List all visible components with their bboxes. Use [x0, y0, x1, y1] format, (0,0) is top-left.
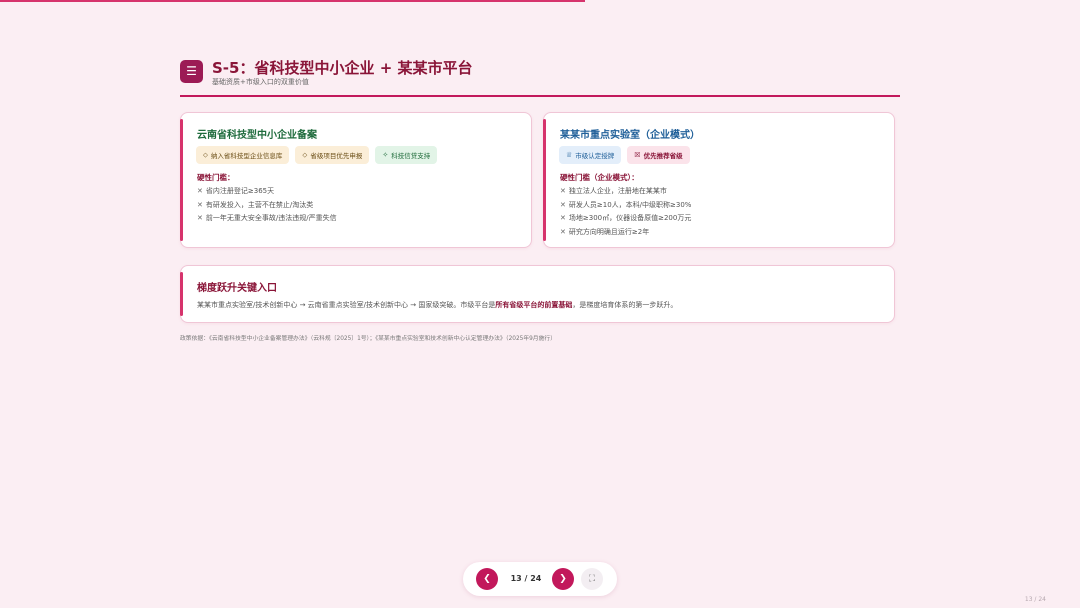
tag-icon: ⬦	[203, 150, 208, 159]
card-body-text: 某某市重点实验室/技术创新中心 → 云南省重点实验室/技术创新中心 → 国家级突…	[197, 301, 678, 309]
cross-icon: ✕	[560, 214, 566, 222]
list-item: ✕ 研究方向明确且运行≥2年	[560, 227, 650, 236]
requirements-list: ✕ 独立法人企业，注册地在某某市 ✕ 研发人员≥10人，本科/中级职称≥30% ✕ 场…	[560, 185, 691, 239]
slide-header: ☰ S-5：省科技型中小企业 + 某某市平台 基础资质+市级入口的双重价值	[180, 57, 900, 97]
prev-slide-button[interactable]: ❮	[476, 568, 498, 590]
tag-priority-apply: ⬦ 省级项目优先申报	[295, 146, 370, 164]
tag-icon: ⬦	[302, 150, 308, 159]
cross-icon: ✕	[197, 200, 203, 209]
fullscreen-button[interactable]: ⛶	[581, 568, 603, 590]
highlight-text: 所有省级平台的前置基础	[495, 301, 573, 309]
next-slide-button[interactable]: ❯	[552, 568, 574, 590]
tag-list: ⬦ 纳入省科技型企业信息库 ⬦ 省级项目优先申报 ✧ 科技信贷支持	[196, 146, 438, 164]
list-item: ✕ 有研发投入，主营不在禁止/淘汰类	[197, 200, 314, 209]
list-item: ✕ 省内注册登记≥365天	[197, 187, 275, 195]
slide-counter: 13 / 24	[510, 574, 542, 583]
list-item: ✕ 独立法人企业，注册地在某某市	[560, 187, 667, 195]
requirements-title: 硬性门槛（企业模式）：	[560, 173, 639, 182]
cross-icon: ✕	[197, 187, 203, 195]
card-title: 梯度跃升关键入口	[197, 283, 277, 294]
card-gradient-entry: 梯度跃升关键入口 某某市重点实验室/技术创新中心 → 云南省重点实验室/技术创新…	[180, 265, 895, 323]
card-title: 某某市重点实验室（企业模式）	[560, 130, 700, 141]
priority-icon: ☒	[634, 151, 641, 159]
list-item: ✕ 场地≥300㎡，仪器设备原值≥200万元	[560, 214, 692, 222]
page-subtitle: 基础资质+市级入口的双重价值	[212, 78, 309, 86]
list-item: ✕ 前一年无重大安全事故/违法违规/严重失信	[197, 214, 337, 222]
tag-list: ♕ 市级认定授牌 ☒ 优先推荐省级	[559, 146, 690, 164]
tag-credit-support: ✧ 科技信贷支持	[375, 146, 438, 164]
requirements-list: ✕ 省内注册登记≥365天 ✕ 有研发投入，主营不在禁止/淘汰类 ✕ 前一年无重大安全…	[197, 185, 337, 226]
slide-navigation: ❮ 13 / 24 ❯ ⛶	[463, 562, 617, 596]
progress-bar-fill	[0, 0, 586, 2]
progress-bar	[0, 0, 1080, 3]
requirements-title: 硬性门槛：	[197, 173, 235, 182]
tag-priority-recommend: ☒ 优先推荐省级	[627, 146, 690, 164]
cross-icon: ✕	[560, 200, 566, 209]
cross-icon: ✕	[197, 214, 203, 222]
card-title: 云南省科技型中小企业备案	[197, 130, 317, 141]
list-item: ✕ 研发人员≥10人，本科/中级职称≥30%	[560, 200, 692, 209]
menu-icon[interactable]: ☰	[180, 60, 203, 83]
card-city-lab: 某某市重点实验室（企业模式） ♕ 市级认定授牌 ☒ 优先推荐省级 硬性门槛（企业模式…	[543, 112, 895, 248]
policy-source: 政策依据：《云南省科技型中小企业备案管理办法》（云科规〔2025〕1号）；《某某…	[180, 336, 556, 342]
page-title: S-5：省科技型中小企业 + 某某市平台	[212, 59, 473, 77]
cross-icon: ✕	[560, 187, 566, 195]
trophy-icon: ♕	[566, 151, 573, 159]
corner-slide-counter: 13 / 24	[1024, 596, 1046, 603]
cross-icon: ✕	[560, 227, 566, 236]
money-icon: ✧	[382, 151, 389, 159]
tag-city-certification: ♕ 市级认定授牌	[559, 146, 622, 164]
card-provincial-sme: 云南省科技型中小企业备案 ⬦ 纳入省科技型企业信息库 ⬦ 省级项目优先申报 ✧ 科技信…	[180, 112, 532, 248]
tag-info-library: ⬦ 纳入省科技型企业信息库	[196, 146, 290, 164]
